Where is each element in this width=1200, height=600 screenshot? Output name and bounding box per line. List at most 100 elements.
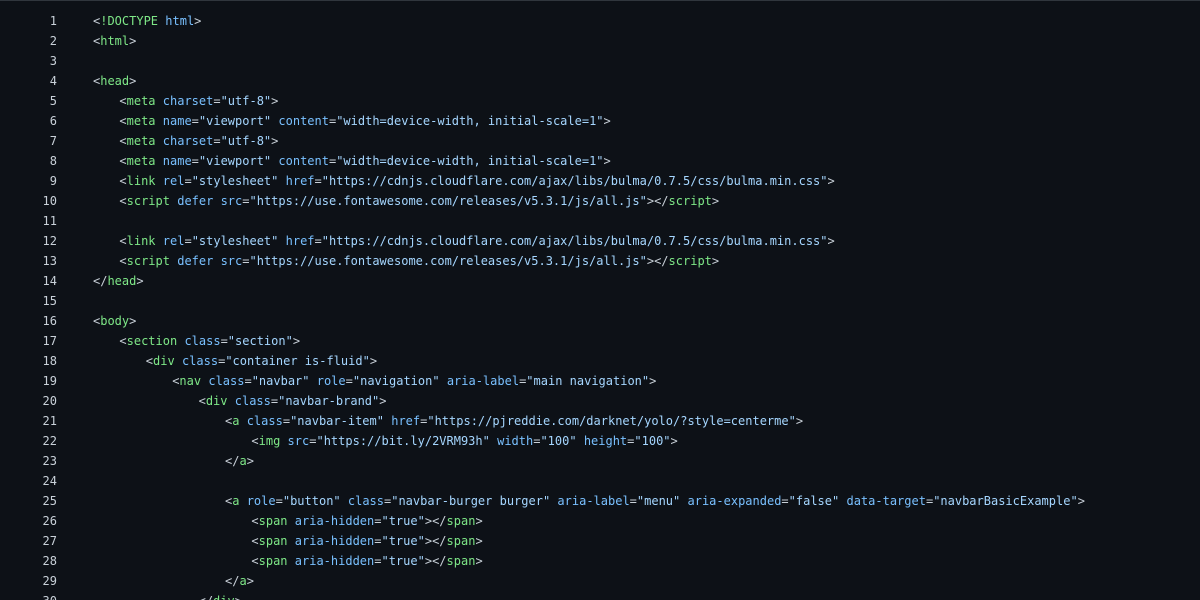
code-line[interactable]: 5 <meta charset="utf-8"> xyxy=(0,91,1200,111)
code-token: "stylesheet" xyxy=(191,174,279,188)
code-line[interactable]: 16 <body> xyxy=(0,311,1200,331)
code-token: < xyxy=(251,554,259,568)
line-number: 25 xyxy=(42,494,57,508)
code-token: aria-hidden xyxy=(294,554,375,568)
code-token: = xyxy=(629,494,637,508)
code-text: <meta charset="utf-8"> xyxy=(119,131,278,151)
code-token: > xyxy=(129,314,137,328)
code-text: <html> xyxy=(93,31,136,51)
code-line[interactable]: 26 <span aria-hidden="true"></span> xyxy=(0,511,1200,531)
code-token: span xyxy=(446,554,476,568)
code-token: body xyxy=(100,314,130,328)
code-token: head xyxy=(107,274,137,288)
line-number: 10 xyxy=(42,194,57,208)
code-line[interactable]: 13 <script defer src="https://use.fontawe… xyxy=(0,251,1200,271)
code-line[interactable]: 9 <link rel="stylesheet" href="https://cd… xyxy=(0,171,1200,191)
code-token: src xyxy=(220,194,243,208)
code-token: = xyxy=(191,154,199,168)
code-line[interactable]: 3 xyxy=(0,51,1200,71)
code-line[interactable]: 25 <a role="button" class="navbar-burger … xyxy=(0,491,1200,511)
code-token: "navbar" xyxy=(251,374,310,388)
code-text: </div> xyxy=(199,591,242,600)
code-line[interactable]: 7 <meta charset="utf-8"> xyxy=(0,131,1200,151)
code-token: aria-label xyxy=(557,494,630,508)
code-editor[interactable]: 1 <!DOCTYPE html> 2 <html> 3 4 <head> 5 <meta ch… xyxy=(0,0,1200,600)
code-token: role xyxy=(246,494,276,508)
code-token: class xyxy=(347,494,384,508)
code-token: "container is-fluid" xyxy=(225,354,370,368)
code-line[interactable]: 17 <section class="section"> xyxy=(0,331,1200,351)
code-line[interactable]: 15 xyxy=(0,291,1200,311)
code-text: <!DOCTYPE html> xyxy=(93,11,201,31)
code-token: > xyxy=(292,334,301,348)
code-line[interactable]: 8 <meta name="viewport" content="width=de… xyxy=(0,151,1200,171)
code-text: <meta name="viewport" content="width=dev… xyxy=(119,111,610,131)
code-line[interactable]: 4 <head> xyxy=(0,71,1200,91)
code-token: > xyxy=(711,254,720,268)
code-token: span xyxy=(258,514,288,528)
code-line[interactable]: 20 <div class="navbar-brand"> xyxy=(0,391,1200,411)
code-token: "https://pjreddie.com/darknet/yolo/?styl… xyxy=(427,414,796,428)
code-token: > xyxy=(670,434,678,448)
code-line[interactable]: 21 <a class="navbar-item" href="https://p… xyxy=(0,411,1200,431)
code-token: "section" xyxy=(227,334,293,348)
code-line[interactable]: 19 <nav class="navbar" role="navigation" … xyxy=(0,371,1200,391)
code-token: "viewport" xyxy=(198,154,272,168)
code-token: > xyxy=(246,574,254,588)
code-token: > xyxy=(475,554,483,568)
code-line[interactable]: 23 </a> xyxy=(0,451,1200,471)
line-number: 7 xyxy=(49,134,57,148)
code-line[interactable]: 24 xyxy=(0,471,1200,491)
code-token: = xyxy=(213,134,221,148)
code-line[interactable]: 29 </a> xyxy=(0,571,1200,591)
line-number: 23 xyxy=(42,454,57,468)
code-token: > xyxy=(649,374,657,388)
code-line[interactable]: 27 <span aria-hidden="true"></span> xyxy=(0,531,1200,551)
code-token: "true" xyxy=(381,534,425,548)
code-line[interactable]: 10 <script defer src="https://use.fontawe… xyxy=(0,191,1200,211)
code-token: aria-hidden xyxy=(294,534,375,548)
code-lines: 1 <!DOCTYPE html> 2 <html> 3 4 <head> 5 <meta ch… xyxy=(0,11,1200,600)
code-line[interactable]: 2 <html> xyxy=(0,31,1200,51)
line-number: 1 xyxy=(49,14,57,28)
code-text: </a> xyxy=(225,571,254,591)
code-token: = xyxy=(242,194,250,208)
code-token: "https://cdnjs.cloudflare.com/ajax/libs/… xyxy=(321,234,828,248)
code-token: "main navigation" xyxy=(526,374,650,388)
code-text: </a> xyxy=(225,451,254,471)
code-token: defer xyxy=(177,254,214,268)
code-token: !DOCTYPE xyxy=(100,14,159,28)
code-token: < xyxy=(251,514,259,528)
code-token: = xyxy=(191,114,199,128)
code-line[interactable]: 14 </head> xyxy=(0,271,1200,291)
line-number: 24 xyxy=(42,474,57,488)
code-line[interactable]: 22 <img src="https://bit.ly/2VRM93h" widt… xyxy=(0,431,1200,451)
code-line[interactable]: 6 <meta name="viewport" content="width=de… xyxy=(0,111,1200,131)
code-token: nav xyxy=(179,374,202,388)
code-token: data-target xyxy=(846,494,926,508)
code-token: < xyxy=(251,434,259,448)
code-line[interactable]: 11 xyxy=(0,211,1200,231)
code-line[interactable]: 1 <!DOCTYPE html> xyxy=(0,11,1200,31)
code-line[interactable]: 30 </div> xyxy=(0,591,1200,600)
code-token: < xyxy=(198,394,206,408)
code-line[interactable]: 28 <span aria-hidden="true"></span> xyxy=(0,551,1200,571)
code-text: <span aria-hidden="true"></span> xyxy=(251,551,482,571)
code-token: charset xyxy=(162,94,214,108)
line-number: 14 xyxy=(42,274,57,288)
line-number: 2 xyxy=(49,34,57,48)
code-token: "utf-8" xyxy=(220,134,272,148)
code-token: class xyxy=(208,374,245,388)
code-line[interactable]: 12 <link rel="stylesheet" href="https://c… xyxy=(0,231,1200,251)
line-number: 15 xyxy=(42,294,57,308)
code-token: > xyxy=(194,14,202,28)
code-line[interactable]: 18 <div class="container is-fluid"> xyxy=(0,351,1200,371)
code-token: class xyxy=(246,414,283,428)
code-token: > xyxy=(129,74,137,88)
